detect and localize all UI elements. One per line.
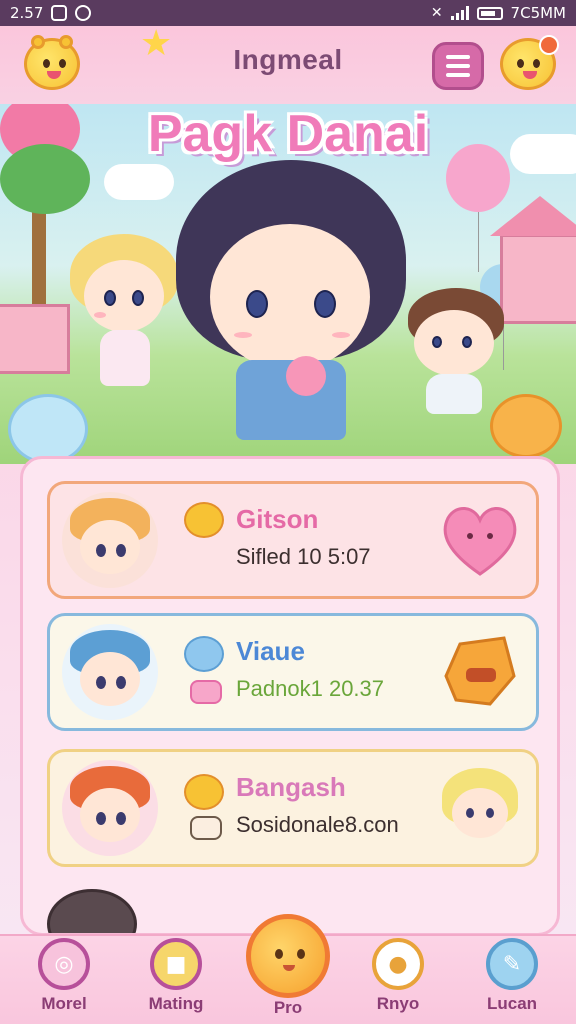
- briefcase-icon: [190, 816, 222, 840]
- nav-label: Morel: [41, 994, 87, 1013]
- dark-cat-mascot: [47, 889, 137, 933]
- chibi-girl-center: [176, 160, 406, 450]
- list-item[interactable]: Viaue Padnok1 20.37: [47, 613, 539, 731]
- nav-label: Lucan: [486, 994, 538, 1013]
- card-name: Viaue: [236, 636, 305, 666]
- yellow-cat-icon: [184, 774, 224, 810]
- card-detail: Sosidonale8.con: [236, 812, 399, 837]
- house: [500, 234, 576, 324]
- pink-heart-icon[interactable]: [438, 498, 522, 582]
- cloud: [104, 164, 174, 200]
- nav-label: Mating: [148, 994, 204, 1013]
- avatar: [62, 492, 158, 588]
- status-right: ✕ 7C5MM: [431, 4, 566, 22]
- bee-icon: ●: [372, 938, 424, 990]
- yellow-bear-icon: [184, 502, 224, 538]
- page-title: Ingmeal: [233, 44, 343, 75]
- nav-label: Rnyo: [376, 994, 420, 1013]
- orange-cookie-icon[interactable]: [438, 630, 522, 714]
- nav-item-lucan[interactable]: ✎ Lucan: [462, 938, 562, 1024]
- app-header: ★ Ingmeal: [0, 26, 576, 104]
- battery-icon: [476, 6, 503, 20]
- card-name: Bangash: [236, 772, 346, 802]
- avatar: [62, 624, 158, 720]
- status-time: 2.57: [10, 4, 44, 22]
- gift-icon: ■: [150, 938, 202, 990]
- pink-circle-icon: ◎: [38, 938, 90, 990]
- friends-list-panel: Gitson Sifled 10 5:07 Viaue Padnok1 20.3…: [20, 456, 560, 936]
- card-detail: Sifled 10 5:07: [236, 544, 371, 569]
- nav-label: Pro: [273, 998, 303, 1017]
- message-icon: [51, 5, 68, 21]
- center-mascot-icon[interactable]: [246, 914, 330, 998]
- pink-heart-icon: [190, 680, 222, 704]
- pencil-icon: ✎: [486, 938, 538, 990]
- list-item[interactable]: Gitson Sifled 10 5:07: [47, 481, 539, 599]
- nav-item-morel[interactable]: ◎ Morel: [14, 938, 114, 1024]
- list-item[interactable]: Bangash Sosidonale8.con: [47, 749, 539, 867]
- settings-icon: [75, 5, 92, 21]
- hamburger-menu-icon[interactable]: [432, 42, 484, 90]
- mute-icon: ✕: [430, 5, 443, 21]
- card-detail: Padnok1 20.37: [236, 676, 385, 701]
- bottom-nav: ◎ Morel ■ Mating Pro ● Rnyo ✎ Lucan: [0, 914, 576, 1024]
- nav-item-rnyo[interactable]: ● Rnyo: [348, 938, 448, 1024]
- mascot-badge-icon[interactable]: [500, 35, 559, 90]
- hero-banner: Pagk Danai: [0, 104, 576, 464]
- house-roof: [490, 196, 576, 236]
- status-left: 2.57: [10, 4, 92, 22]
- blue-blob-mascot: [8, 394, 88, 464]
- ice-cream-icon: [286, 356, 326, 396]
- nav-item-mating[interactable]: ■ Mating: [126, 938, 226, 1024]
- hero-title: Pagk Danai: [147, 105, 429, 163]
- blonde-chibi-avatar[interactable]: [438, 766, 522, 850]
- signal-icon: [450, 6, 469, 20]
- status-bar: 2.57 ✕ 7C5MM: [0, 0, 576, 26]
- chibi-boy-right: [404, 288, 504, 418]
- chibi-girl-left: [70, 234, 180, 394]
- orange-bear-mascot: [490, 394, 562, 458]
- status-right-text: 7C5MM: [510, 4, 566, 22]
- avatar: [62, 760, 158, 856]
- card-name: Gitson: [236, 504, 319, 534]
- blue-flower-icon: [184, 636, 224, 672]
- house: [0, 304, 70, 374]
